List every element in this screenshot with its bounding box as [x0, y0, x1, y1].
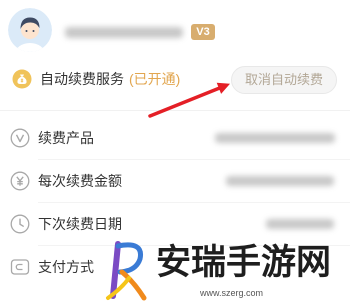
blurred-username [65, 27, 183, 38]
watermark-url: www.szerg.com [200, 288, 264, 298]
cancel-auto-renew-button[interactable]: 取消自动续费 [231, 66, 337, 94]
detail-label: 每次续费金额 [38, 173, 122, 189]
auto-renew-status: (已开通) [129, 71, 181, 87]
detail-row-next-date: 下次续费日期 [0, 203, 350, 246]
card-icon [10, 257, 30, 277]
section-divider [0, 110, 350, 111]
clock-icon [10, 214, 30, 234]
detail-label: 续费产品 [38, 130, 94, 146]
blurred-value [226, 176, 334, 186]
yuan-circle-icon [10, 171, 30, 191]
v-circle-icon [10, 128, 30, 148]
detail-row-product: 续费产品 [0, 117, 350, 160]
level-badge: V3 [191, 24, 215, 40]
blurred-value [215, 133, 335, 143]
auto-renew-label: 自动续费服务 [40, 71, 124, 87]
detail-label: 支付方式 [38, 259, 94, 275]
detail-row-amount: 每次续费金额 [0, 160, 350, 203]
auto-renew-service: 自动续费服务 (已开通) [40, 70, 180, 88]
watermark-title: 安瑞手游网 [156, 243, 332, 282]
watermark-logo [102, 238, 154, 302]
avatar [8, 8, 52, 52]
detail-label: 下次续费日期 [38, 216, 122, 232]
user-avatar-icon [8, 8, 52, 52]
money-bag-icon [12, 69, 32, 89]
blurred-value [266, 219, 334, 229]
